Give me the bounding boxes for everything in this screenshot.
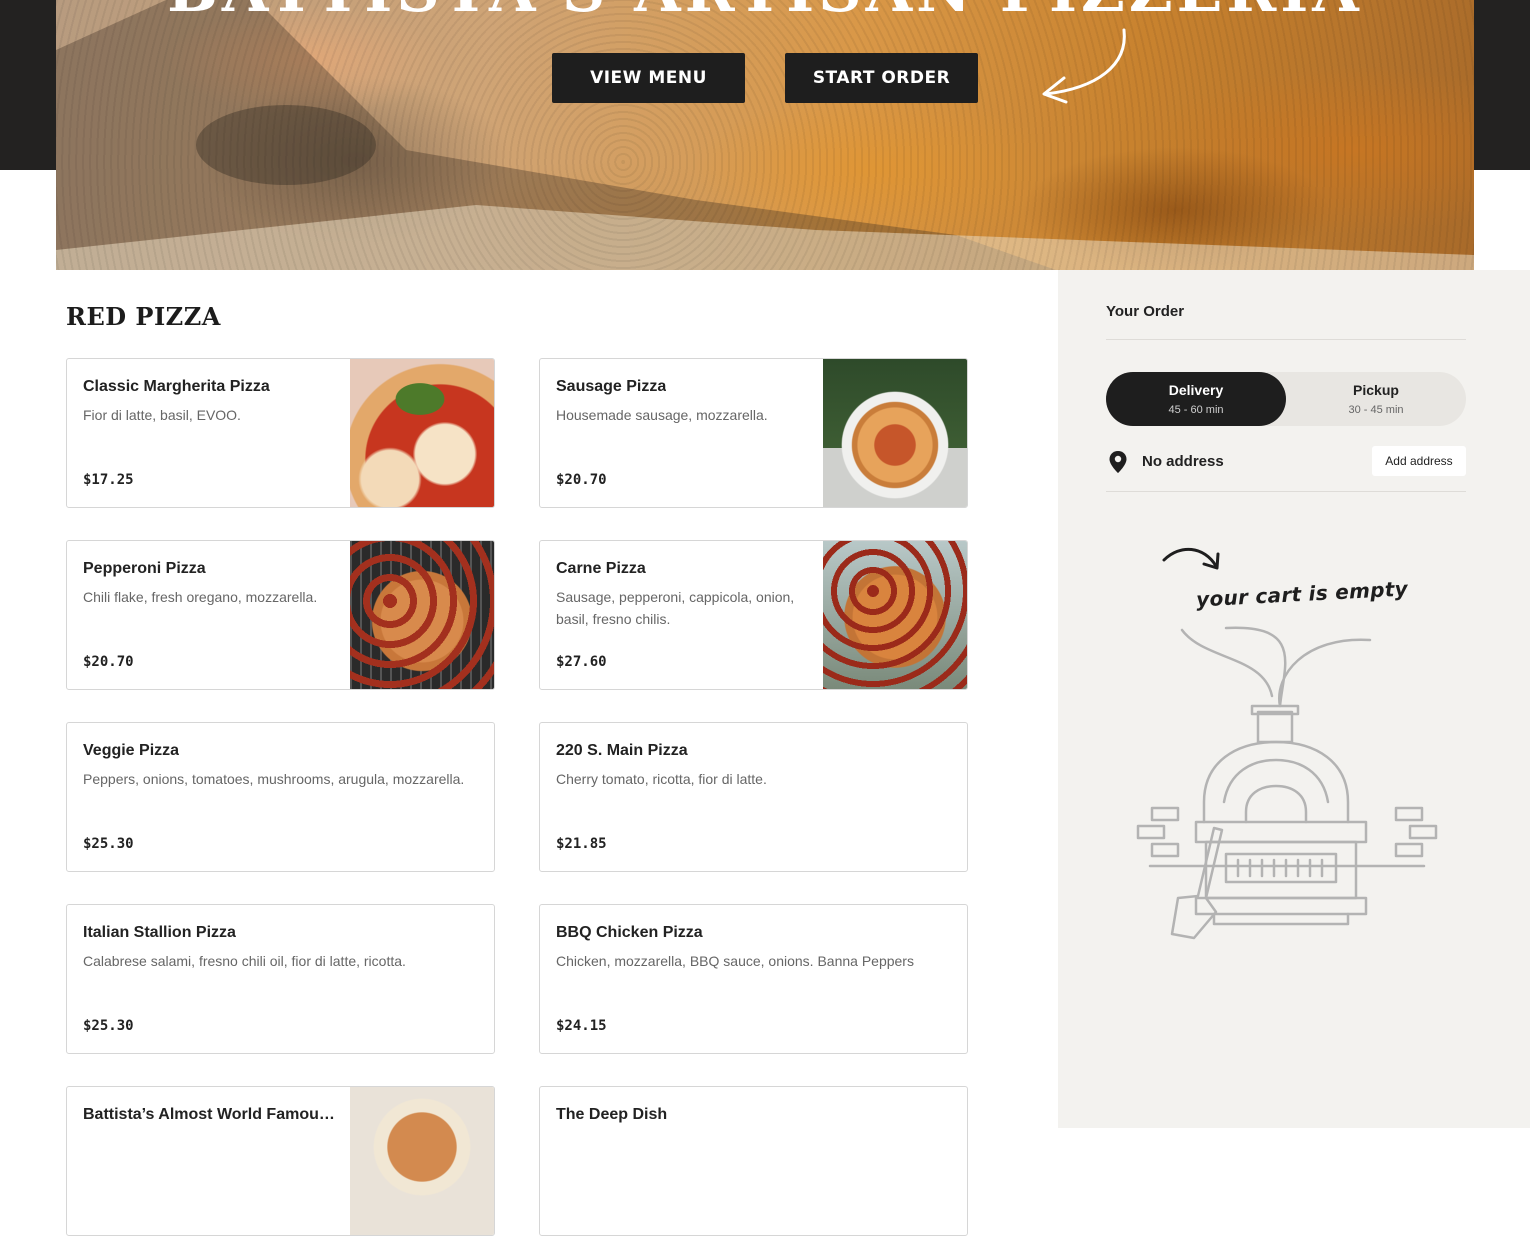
menu-item-card[interactable]: Carne Pizza Sausage, pepperoni, cappicol… [539, 540, 968, 690]
add-address-button[interactable]: Add address [1372, 446, 1466, 476]
hand-drawn-arrow-icon [1162, 547, 1220, 570]
pickup-option[interactable]: Pickup 30 - 45 min [1286, 372, 1466, 426]
pickup-label: Pickup [1353, 382, 1399, 398]
menu-item-description: Peppers, onions, tomatoes, mushrooms, ar… [83, 771, 465, 787]
menu-item-description: Chicken, mozzarella, BBQ sauce, onions. … [556, 953, 914, 969]
divider [1106, 491, 1466, 492]
menu-item-card[interactable]: 220 S. Main Pizza Cherry tomato, ricotta… [539, 722, 968, 872]
menu-item-card[interactable]: Pepperoni Pizza Chili flake, fresh orega… [66, 540, 495, 690]
menu-item-card[interactable]: Italian Stallion Pizza Calabrese salami,… [66, 904, 495, 1054]
menu-item-price: $20.70 [83, 654, 134, 670]
menu-item-name: Veggie Pizza [83, 742, 180, 759]
menu-item-name: 220 S. Main Pizza [556, 742, 688, 759]
menu-item-price: $27.60 [556, 654, 607, 670]
view-menu-button[interactable]: VIEW MENU [552, 53, 745, 103]
menu-item-description: Chili flake, fresh oregano, mozzarella. [83, 589, 318, 605]
menu-item-card[interactable]: The Deep Dish [539, 1086, 968, 1236]
empty-cart-text: your cart is empty [1195, 576, 1409, 612]
menu-item-price: $25.30 [83, 836, 134, 852]
menu-item-description: Cherry tomato, ricotta, fior di latte. [556, 771, 767, 787]
delivery-option[interactable]: Delivery 45 - 60 min [1106, 372, 1286, 426]
pizza-oven-illustration [1136, 626, 1438, 940]
menu-item-card[interactable]: Battista’s Almost World Famous… [66, 1086, 495, 1236]
menu-item-name: The Deep Dish [556, 1106, 668, 1123]
menu-item-name: Classic Margherita Pizza [83, 378, 270, 395]
menu-item-description: Fior di latte, basil, EVOO. [83, 407, 241, 423]
fulfillment-toggle: Delivery 45 - 60 min Pickup 30 - 45 min [1106, 372, 1466, 426]
menu-item-name: BBQ Chicken Pizza [556, 924, 703, 941]
hero-title: BATTISTA'S ARTISAN PIZZERIA [56, 0, 1474, 26]
menu-item-card[interactable]: Sausage Pizza Housemade sausage, mozzare… [539, 358, 968, 508]
menu-item-image [350, 1087, 494, 1235]
menu-item-price: $17.25 [83, 472, 134, 488]
address-text: No address [1142, 453, 1224, 470]
menu-item-name: Italian Stallion Pizza [83, 924, 236, 941]
order-sidebar: Your Order Delivery 45 - 60 min Pickup 3… [1058, 270, 1530, 1128]
menu-item-description: Sausage, pepperoni, cappicola, onion, ba… [556, 589, 795, 627]
menu-item-description: Housemade sausage, mozzarella. [556, 407, 768, 423]
menu-item-price: $25.30 [83, 1018, 134, 1034]
hero-image [56, 0, 1474, 270]
section-title-red-pizza: RED PIZZA [66, 302, 221, 331]
delivery-time: 45 - 60 min [1168, 404, 1224, 416]
menu-item-image [823, 541, 967, 689]
delivery-label: Delivery [1168, 382, 1224, 398]
menu-item-price: $20.70 [556, 472, 607, 488]
menu-item-price: $24.15 [556, 1018, 607, 1034]
hand-drawn-arrow-icon [1042, 28, 1126, 104]
menu-item-name: Battista’s Almost World Famous… [83, 1106, 335, 1123]
menu-item-name: Carne Pizza [556, 560, 646, 577]
menu-item-image [350, 359, 494, 507]
pizza-peel-shape [56, 0, 1474, 270]
menu-item-price: $21.85 [556, 836, 607, 852]
menu-item-name: Sausage Pizza [556, 378, 667, 395]
start-order-button[interactable]: START ORDER [785, 53, 978, 103]
menu-item-image [350, 541, 494, 689]
order-title: Your Order [1106, 303, 1185, 320]
menu-item-name: Pepperoni Pizza [83, 560, 206, 577]
location-pin-icon [1109, 451, 1127, 473]
menu-item-card[interactable]: BBQ Chicken Pizza Chicken, mozzarella, B… [539, 904, 968, 1054]
divider [1106, 339, 1466, 340]
menu-item-description: Calabrese salami, fresno chili oil, fior… [83, 953, 406, 969]
menu-item-card[interactable]: Veggie Pizza Peppers, onions, tomatoes, … [66, 722, 495, 872]
menu-item-image [823, 359, 967, 507]
pickup-time: 30 - 45 min [1348, 404, 1404, 416]
menu-item-card[interactable]: Classic Margherita Pizza Fior di latte, … [66, 358, 495, 508]
